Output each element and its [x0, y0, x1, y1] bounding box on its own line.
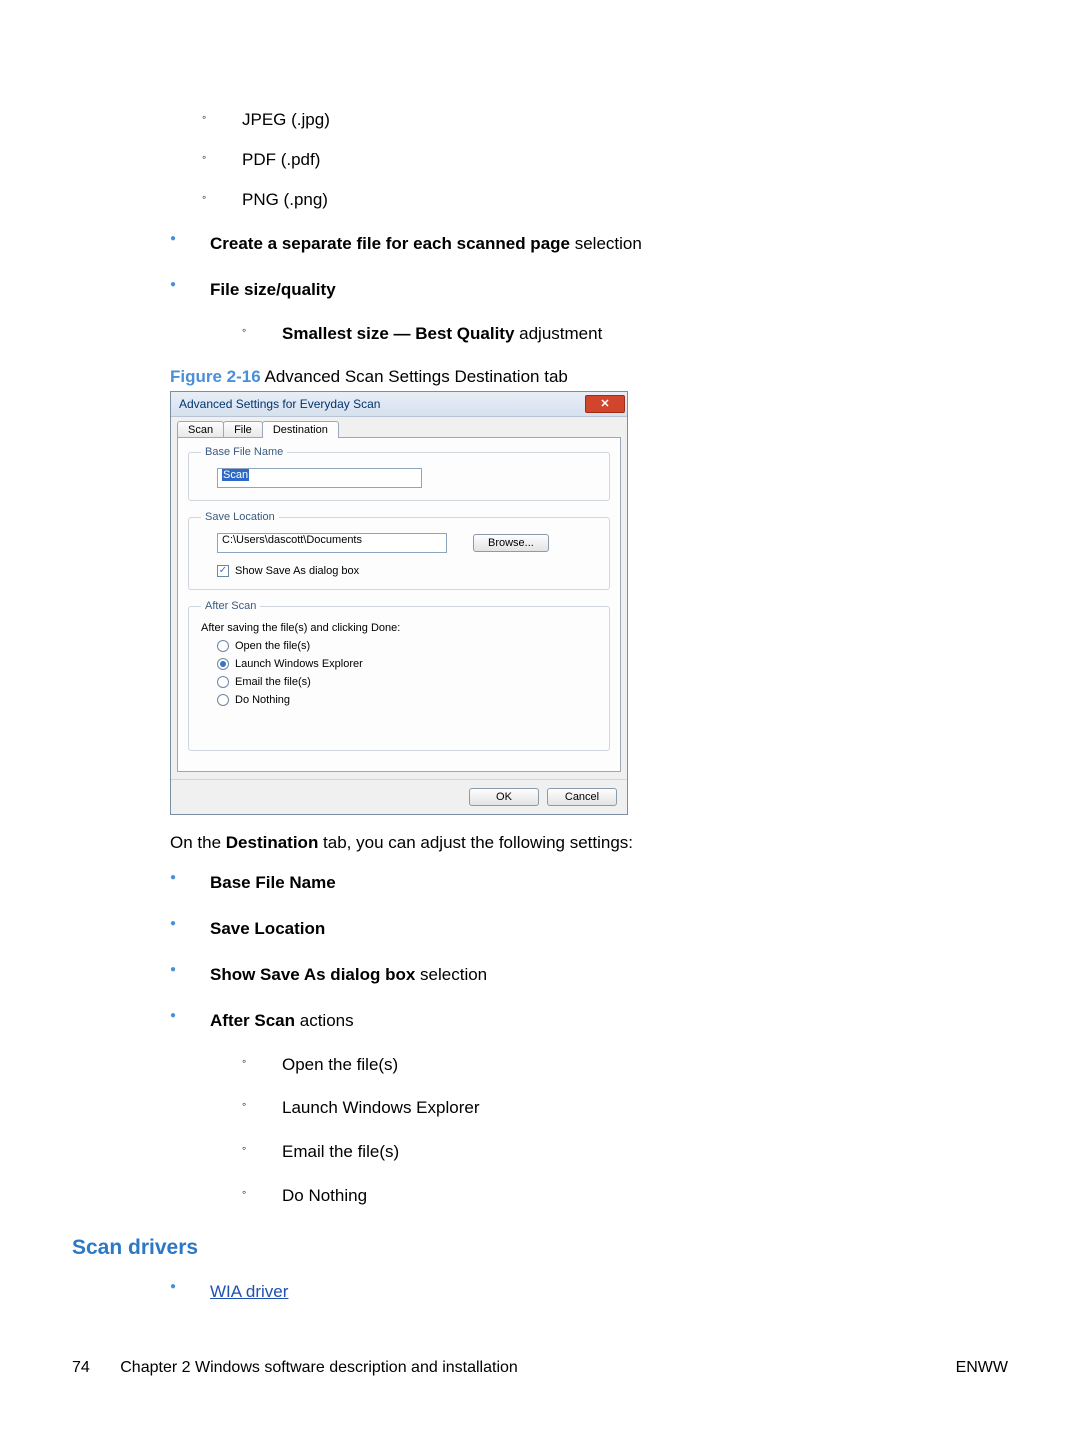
figure-caption: Figure 2-16 Advanced Scan Settings Desti…	[170, 367, 1008, 387]
format-item: PDF (.pdf)	[170, 150, 1008, 170]
list-item: WIA driver	[170, 1280, 1008, 1304]
scan-drivers-heading: Scan drivers	[72, 1236, 1008, 1260]
base-file-name-group: Base File Name Scan	[188, 446, 610, 501]
input-value: C:\Users\dascott\Documents	[222, 534, 362, 546]
inline-text: selection	[570, 234, 642, 253]
scan-drivers-list: WIA driver	[170, 1280, 1008, 1304]
list-item: File size/quality Smallest size — Best Q…	[170, 278, 1008, 346]
list-item: Launch Windows Explorer	[210, 1096, 1008, 1120]
format-sublist: JPEG (.jpg) PDF (.pdf) PNG (.png)	[170, 110, 1008, 210]
bold-text: Destination	[226, 833, 319, 852]
footer-right: ENWW	[956, 1359, 1008, 1377]
close-icon: ✕	[600, 399, 609, 410]
wia-driver-link[interactable]: WIA driver	[210, 1282, 288, 1301]
ok-button[interactable]: OK	[469, 788, 539, 806]
after-scan-prompt: After saving the file(s) and clicking Do…	[201, 622, 597, 634]
bold-text: Show Save As dialog box	[210, 965, 415, 984]
inline-text: selection	[415, 965, 487, 984]
list-item: Base File Name	[170, 871, 1008, 895]
bold-text: Smallest size — Best Quality	[282, 324, 514, 343]
checkbox-label: Show Save As dialog box	[235, 565, 359, 577]
radio-label: Launch Windows Explorer	[235, 658, 363, 670]
radio-email-files[interactable]	[217, 676, 229, 688]
group-legend: Base File Name	[201, 446, 287, 458]
tab-file[interactable]: File	[223, 421, 263, 438]
dialog-footer: OK Cancel	[171, 779, 627, 814]
radio-label: Do Nothing	[235, 694, 290, 706]
bold-text: File size/quality	[210, 280, 336, 299]
list-item: Smallest size — Best Quality adjustment	[210, 322, 1008, 346]
inline-text: adjustment	[514, 324, 602, 343]
after-scan-sublist: Open the file(s) Launch Windows Explorer…	[210, 1053, 1008, 1208]
list-item: Save Location	[170, 917, 1008, 941]
figure-caption-text: Advanced Scan Settings Destination tab	[261, 367, 568, 386]
group-legend: After Scan	[201, 600, 260, 612]
dialog-body: Base File Name Scan Save Location C:\Use…	[177, 437, 621, 772]
radio-label: Email the file(s)	[235, 676, 311, 688]
list-item: After Scan actions Open the file(s) Laun…	[170, 1009, 1008, 1208]
list-item: Do Nothing	[210, 1184, 1008, 1208]
dialog-tabs: Scan File Destination	[177, 421, 621, 438]
dialog-titlebar: Advanced Settings for Everyday Scan ✕	[171, 392, 627, 417]
inline-text: actions	[295, 1011, 354, 1030]
format-item: PNG (.png)	[170, 190, 1008, 210]
group-legend: Save Location	[201, 511, 279, 523]
base-file-name-input[interactable]: Scan	[217, 468, 422, 488]
bold-text: Base File Name	[210, 873, 336, 892]
bold-text: Save Location	[210, 919, 325, 938]
scan-settings-dialog: Advanced Settings for Everyday Scan ✕ Sc…	[170, 391, 628, 815]
bold-text: After Scan	[210, 1011, 295, 1030]
figure-label: Figure 2-16	[170, 367, 261, 386]
chapter-title: Chapter 2 Windows software description a…	[120, 1359, 518, 1376]
input-value: Scan	[222, 469, 249, 481]
browse-button[interactable]: Browse...	[473, 534, 549, 552]
option-list-top: Create a separate file for each scanned …	[170, 232, 1008, 345]
list-item: Open the file(s)	[210, 1053, 1008, 1077]
page-number: 74	[72, 1359, 90, 1376]
check-icon: ✓	[219, 566, 227, 576]
save-location-input[interactable]: C:\Users\dascott\Documents	[217, 533, 447, 553]
after-scan-group: After Scan After saving the file(s) and …	[188, 600, 610, 751]
cancel-button[interactable]: Cancel	[547, 788, 617, 806]
radio-open-files[interactable]	[217, 640, 229, 652]
list-item: Show Save As dialog box selection	[170, 963, 1008, 987]
list-item: Email the file(s)	[210, 1140, 1008, 1164]
dialog-title: Advanced Settings for Everyday Scan	[179, 397, 380, 411]
save-location-group: Save Location C:\Users\dascott\Documents…	[188, 511, 610, 590]
destination-settings-list: Base File Name Save Location Show Save A…	[170, 871, 1008, 1207]
destination-tab-paragraph: On the Destination tab, you can adjust t…	[170, 833, 1008, 853]
bold-text: Create a separate file for each scanned …	[210, 234, 570, 253]
show-save-as-checkbox[interactable]: ✓	[217, 565, 229, 577]
radio-launch-explorer[interactable]	[217, 658, 229, 670]
sublist: Smallest size — Best Quality adjustment	[210, 322, 1008, 346]
format-item: JPEG (.jpg)	[170, 110, 1008, 130]
list-item: Create a separate file for each scanned …	[170, 232, 1008, 256]
tab-destination[interactable]: Destination	[262, 421, 339, 438]
radio-dot-icon	[220, 661, 226, 667]
tab-scan[interactable]: Scan	[177, 421, 224, 438]
radio-do-nothing[interactable]	[217, 694, 229, 706]
page-footer: 74 Chapter 2 Windows software descriptio…	[72, 1359, 1008, 1377]
close-button[interactable]: ✕	[585, 395, 625, 413]
radio-label: Open the file(s)	[235, 640, 310, 652]
